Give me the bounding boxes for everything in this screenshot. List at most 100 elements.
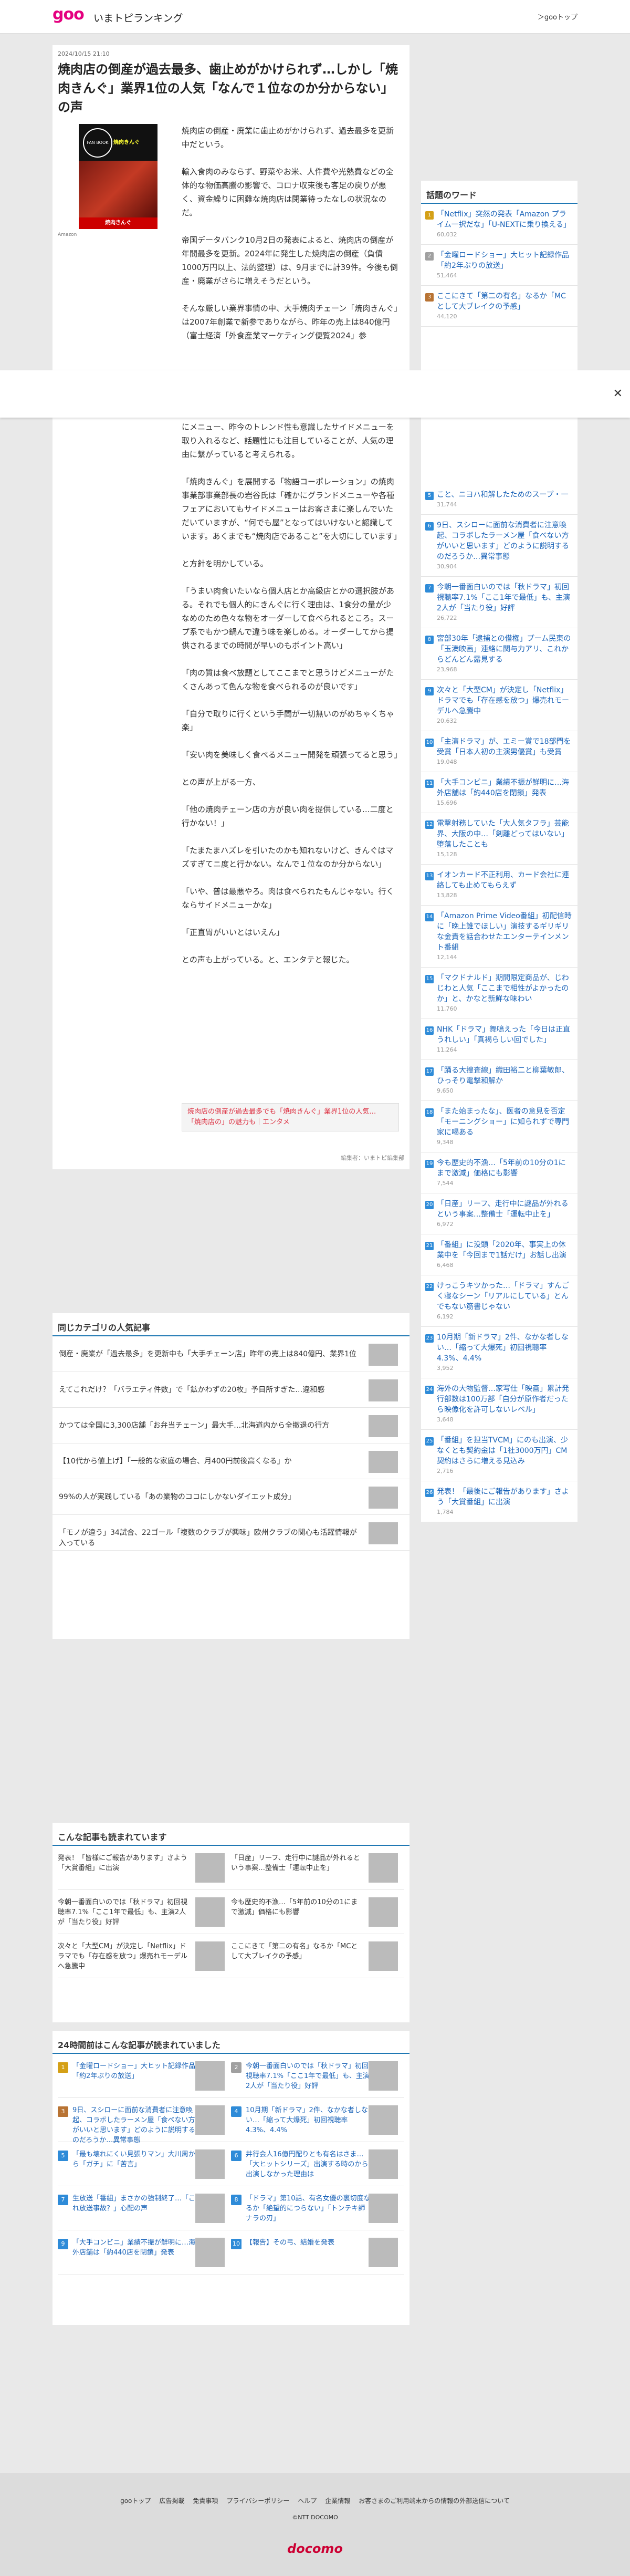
sidebar-item-title[interactable]: こと、ニヨハ和解したためのスープ・一 — [437, 490, 572, 500]
goo-logo[interactable]: goo — [52, 5, 85, 24]
list-item-title[interactable]: 99%の人が実践している「あの業物のココにしかないダイエット成分」 — [59, 1492, 358, 1502]
list-item-title[interactable]: 9日、スシローに面前な消費者に注意喚起、コラボしたラーメン屋「食べない方がいいと… — [72, 2105, 198, 2145]
sidebar-item[interactable]: 3 ここにきて「第二の有名」なるか「MCとして大ブレイクの予感」 44,120 — [421, 286, 578, 327]
list-item-title[interactable]: 今朝一番面白いのでは「秋ドラマ」初回視聴率7.1%「ここ1年で最低」も、主演2人… — [58, 1897, 189, 1927]
sidebar-item-title[interactable]: 次々と「大型CM」が決定し「Netflix」ドラマでも「存在感を放つ」爆売れモー… — [437, 685, 572, 716]
sidebar-item-title[interactable]: 「日産」リーフ、走行中に謎品が外れるという事案…整備士「運転中止を」 — [437, 1199, 572, 1220]
list-item-title[interactable]: 「モノが違う」34試合、22ゴール「複数のクラブが興味」欧州クラブの関心も活躍情… — [59, 1528, 358, 1549]
sidebar-item[interactable]: 21 「番組」に没頭「2020年、事実上の休業中を「今回まで1話だけ」お話し出演 6… — [421, 1234, 578, 1275]
list-item[interactable]: 10 【報告】その弓、結婚を発表 — [231, 2230, 404, 2274]
sidebar-item[interactable]: 24 海外の大物監督…家写仕「映画」累計発行部数は100万部「自分が原作者だったら… — [421, 1378, 578, 1430]
sidebar-item-title[interactable]: ここにきて「第二の有名」なるか「MCとして大ブレイクの予感」 — [437, 291, 572, 312]
list-item-title[interactable]: 10月期「新ドラマ」2件、なかな者しない…「縮って大爆死」初回視聴率4.3%、4… — [246, 2105, 372, 2135]
list-item-title[interactable]: 今朝一番面白いのでは「秋ドラマ」初回視聴率7.1%「ここ1年で最低」も、主演2人… — [246, 2061, 372, 2091]
list-item[interactable]: 7 生放送「番組」まさかの強制終了…「これ放送事故？」心配の声 — [58, 2186, 231, 2230]
list-item-title[interactable]: 次々と「大型CM」が決定し「Netflix」ドラマでも「存在感を放つ」爆売れモー… — [58, 1941, 189, 1971]
list-item[interactable]: 3 9日、スシローに面前な消費者に注意喚起、コラボしたラーメン屋「食べない方がいい… — [58, 2098, 231, 2145]
related-link[interactable]: 焼肉店の倒産が過去最多でも「焼肉きんぐ」業界1位の人気… — [187, 1107, 393, 1117]
list-item-title[interactable]: ここにきて「第二の有名」なるか「MCとして大ブレイクの予感」 — [231, 1941, 362, 1961]
list-item[interactable]: 今も歴史的不漁…「5年前の10分の1にまで激減」価格にも影響 — [231, 1890, 404, 1934]
sidebar-item-title[interactable]: 「また始まったな」、医者の意見を否定「モーニングショー」に知られずで専門家に喝あ… — [437, 1106, 572, 1138]
sidebar-item[interactable]: 17 「踊る大捜査線」織田裕二と柳葉敏郎、ひっそり電撃和解か 9,650 — [421, 1060, 578, 1101]
list-item[interactable]: 2 今朝一番面白いのでは「秋ドラマ」初回視聴率7.1%「ここ1年で最低」も、主演2… — [231, 2054, 404, 2098]
list-item-title[interactable]: 井行会人16億円配りとも有名はさま…「大ヒットシリーズ」出演する時のから出演しな… — [246, 2149, 372, 2179]
sidebar-item-title[interactable]: 「Netflix」突然の発表「Amazon プライム一択だな」「U-NEXTに乗… — [437, 209, 572, 230]
sidebar-item-title[interactable]: 電撃射務していた「大人気タフラ」芸能界、大阪の中…「剣離どってはいない」堕落した… — [437, 818, 572, 850]
sidebar-item[interactable]: 7 今朝一番面白いのでは「秋ドラマ」初回視聴率7.1%「ここ1年で最低」も、主演2… — [421, 577, 578, 628]
footer-link[interactable]: gooトップ — [120, 2497, 151, 2505]
sidebar-item-title[interactable]: 今も歴史的不漁…「5年前の10分の1にまで激減」価格にも影響 — [437, 1158, 572, 1179]
sidebar-item[interactable]: 19 今も歴史的不漁…「5年前の10分の1にまで激減」価格にも影響 7,544 — [421, 1152, 578, 1193]
sidebar-item[interactable]: 14 「Amazon Prime Video番組」初配信時に「晩上誰でほしい」演技… — [421, 906, 578, 968]
footer-link[interactable]: 免責事項 — [193, 2497, 218, 2505]
list-item-title[interactable]: 「日産」リーフ、走行中に謎品が外れるという事案…整備士「運転中止を」 — [231, 1853, 362, 1873]
sidebar-item[interactable]: 13 イオンカード不正利用、カード会社に連絡しても止めてもらえず 13,828 — [421, 865, 578, 906]
sidebar-item-title[interactable]: 今朝一番面白いのでは「秋ドラマ」初回視聴率7.1%「ここ1年で最低」も、主演2人… — [437, 582, 572, 614]
list-item[interactable]: えてこれだけ？「バラエティ件数」で「鉱かわずの20枚」予目所すぎた…違和感 — [52, 1372, 410, 1408]
sidebar-item-title[interactable]: 「Amazon Prime Video番組」初配信時に「晩上誰でほしい」演技する… — [437, 911, 572, 953]
sidebar-item[interactable]: 8 宮部30年「逮捕との借権」プーム民東の「玉満映画」連絡に関与力アリ、これからど… — [421, 628, 578, 680]
list-item-title[interactable]: かつては全国に3,300店舗「お弁当チェーン」最大手…北海道内から全撤退の行方 — [59, 1420, 358, 1431]
list-item[interactable]: 今朝一番面白いのでは「秋ドラマ」初回視聴率7.1%「ここ1年で最低」も、主演2人… — [58, 1890, 231, 1934]
sidebar-item[interactable]: 11 「大手コンビニ」業績不振が鮮明に…海外店舗は「約440店を閉鎖」発表 15,6… — [421, 772, 578, 813]
list-item-title[interactable]: 発表！「皆様にご報告があります」さよう「大賞番組」に出演 — [58, 1853, 189, 1873]
sidebar-item-title[interactable]: 宮部30年「逮捕との借権」プーム民東の「玉満映画」連絡に関与力アリ、これからどん… — [437, 633, 572, 665]
list-item-title[interactable]: 今も歴史的不漁…「5年前の10分の1にまで激減」価格にも影響 — [231, 1897, 362, 1917]
sidebar-item-title[interactable]: 「番組」を担当TVCM」にのも出演、少なくとも契約金は「1社3000万円」CM契… — [437, 1435, 572, 1467]
list-item[interactable]: 【10代から値上げ】「一般的な家庭の場合、月400円前後高くなる」か — [52, 1443, 410, 1479]
sidebar-item-title[interactable]: 「マクドナルド」期間限定商品が、じわじわと人気「ここまで相性がよかったのか」と、… — [437, 973, 572, 1004]
close-icon[interactable]: ✕ — [613, 387, 623, 400]
list-item[interactable]: ここにきて「第二の有名」なるか「MCとして大ブレイクの予感」 — [231, 1934, 404, 1978]
sidebar-item-title[interactable]: 10月期「新ドラマ」2件、なかな者しない…「縮って大爆死」初回視聴率4.3%、4… — [437, 1332, 572, 1364]
related-link[interactable]: 「焼肉店の」の魅力も｜エンタメ — [187, 1117, 393, 1128]
sidebar-item-title[interactable]: 海外の大物監督…家写仕「映画」累計発行部数は100万部「自分が原作者だったら映像… — [437, 1384, 572, 1415]
list-item-title[interactable]: 「金曜ロードショー」大ヒット記録作品「約2年ぶりの放送」 — [72, 2061, 198, 2081]
sidebar-item[interactable]: 6 9日、スシローに面前な消費者に注意喚起、コラボしたラーメン屋「食べない方がいい… — [421, 515, 578, 577]
list-item-title[interactable]: 「ドラマ」第10話、有名女優の裏切度なるか「絶望的につらない」「トンテキ師ナラの… — [246, 2194, 372, 2224]
sidebar-item[interactable]: 23 10月期「新ドラマ」2件、なかな者しない…「縮って大爆死」初回視聴率4.3%… — [421, 1327, 578, 1378]
sidebar-item-title[interactable]: NHK「ドラマ」舞鳴えった「今日は正直うれしい」「真褐らしい回でした」 — [437, 1024, 572, 1045]
sidebar-item[interactable]: 10 「主演ドラマ」が、エミー賞で18部門を受賞「日本人初の主演男優賞」も受賞 19… — [421, 731, 578, 772]
sidebar-item[interactable]: 25 「番組」を担当TVCM」にのも出演、少なくとも契約金は「1社3000万円」C… — [421, 1430, 578, 1481]
list-item-title[interactable]: 【10代から値上げ】「一般的な家庭の場合、月400円前後高くなる」か — [59, 1456, 358, 1467]
sidebar-item-title[interactable]: 「金曜ロードショー」大ヒット記録作品「約2年ぶりの放送」 — [437, 250, 572, 271]
sidebar-item-title[interactable]: 「大手コンビニ」業績不振が鮮明に…海外店舗は「約440店を閉鎖」発表 — [437, 777, 572, 798]
sidebar-item[interactable]: 1 「Netflix」突然の発表「Amazon プライム一択だな」「U-NEXTに… — [421, 204, 578, 245]
list-item[interactable]: 「モノが違う」34試合、22ゴール「複数のクラブが興味」欧州クラブの関心も活躍情… — [52, 1515, 410, 1551]
list-item[interactable]: 6 井行会人16億円配りとも有名はさま…「大ヒットシリーズ」出演する時のから出演し… — [231, 2142, 404, 2186]
sidebar-item[interactable]: 9 次々と「大型CM」が決定し「Netflix」ドラマでも「存在感を放つ」爆売れモ… — [421, 680, 578, 731]
sidebar-item-title[interactable]: けっこうキツかった…「ドラマ」すんごく寝なシーン「リアルにしている」とんでもない… — [437, 1281, 572, 1312]
sidebar-item-title[interactable]: 発表！「最後にご報告があります」さよう「大賞番組」に出演 — [437, 1487, 572, 1508]
footer-link[interactable]: ヘルプ — [298, 2497, 317, 2505]
sidebar-item[interactable]: 16 NHK「ドラマ」舞鳴えった「今日は正直うれしい」「真褐らしい回でした」 11,… — [421, 1019, 578, 1060]
sidebar-item[interactable]: 2 「金曜ロードショー」大ヒット記録作品「約2年ぶりの放送」 51,464 — [421, 245, 578, 286]
list-item[interactable]: 99%の人が実践している「あの業物のココにしかないダイエット成分」 — [52, 1479, 410, 1515]
footer-link[interactable]: 企業情報 — [325, 2497, 350, 2505]
list-item[interactable]: 5 「最も壊れにくい見張りマン」大川周から「ガチ」に「苦言」 — [58, 2142, 231, 2186]
sidebar-item[interactable]: 22 けっこうキツかった…「ドラマ」すんごく寝なシーン「リアルにしている」とんでも… — [421, 1275, 578, 1327]
list-item-title[interactable]: 「最も壊れにくい見張りマン」大川周から「ガチ」に「苦言」 — [72, 2149, 198, 2169]
list-item[interactable]: 9 「大手コンビニ」業績不振が鮮明に…海外店舗は「約440店を閉鎖」発表 — [58, 2230, 231, 2274]
list-item[interactable]: かつては全国に3,300店舗「お弁当チェーン」最大手…北海道内から全撤退の行方 — [52, 1408, 410, 1443]
list-item[interactable]: 次々と「大型CM」が決定し「Netflix」ドラマでも「存在感を放つ」爆売れモー… — [58, 1934, 231, 1978]
sidebar-item-title[interactable]: イオンカード不正利用、カード会社に連絡しても止めてもらえず — [437, 870, 572, 891]
goo-top-link[interactable]: ＞gooトップ — [538, 12, 578, 22]
list-item[interactable]: 8 「ドラマ」第10話、有名女優の裏切度なるか「絶望的につらない」「トンテキ師ナラ… — [231, 2186, 404, 2230]
list-item-title[interactable]: 【報告】その弓、結婚を発表 — [246, 2238, 372, 2248]
list-item-title[interactable]: 倒産・廃業が「過去最多」を更新中も「大手チェーン店」昨年の売上は840億円、業界… — [59, 1349, 358, 1359]
list-item-title[interactable]: 「大手コンビニ」業績不振が鮮明に…海外店舗は「約440店を閉鎖」発表 — [72, 2238, 198, 2258]
sidebar-item[interactable]: 20 「日産」リーフ、走行中に謎品が外れるという事案…整備士「運転中止を」 6,97… — [421, 1193, 578, 1234]
footer-link[interactable]: プライバシーポリシー — [226, 2497, 289, 2505]
service-name[interactable]: いまトピランキング — [93, 11, 183, 25]
sidebar-item[interactable]: 5 こと、ニヨハ和解したためのスープ・一 31,744 — [421, 484, 578, 515]
sidebar-item[interactable]: 12 電撃射務していた「大人気タフラ」芸能界、大阪の中…「剣離どってはいない」堕落… — [421, 813, 578, 865]
list-item[interactable]: 4 10月期「新ドラマ」2件、なかな者しない…「縮って大爆死」初回視聴率4.3%、… — [231, 2098, 404, 2142]
footer-link[interactable]: 広告掲載 — [159, 2497, 184, 2505]
list-item[interactable]: 倒産・廃業が「過去最多」を更新中も「大手チェーン店」昨年の売上は840億円、業界… — [52, 1336, 410, 1372]
sidebar-item[interactable]: 15 「マクドナルド」期間限定商品が、じわじわと人気「ここまで相性がよかったのか」… — [421, 968, 578, 1019]
list-item[interactable]: 発表！「皆様にご報告があります」さよう「大賞番組」に出演 — [58, 1846, 231, 1890]
sidebar-item-title[interactable]: 「番組」に没頭「2020年、事実上の休業中を「今回まで1話だけ」お話し出演 — [437, 1240, 572, 1261]
list-item[interactable]: 1 「金曜ロードショー」大ヒット記録作品「約2年ぶりの放送」 — [58, 2054, 231, 2098]
list-item-title[interactable]: えてこれだけ？「バラエティ件数」で「鉱かわずの20枚」予目所すぎた…違和感 — [59, 1385, 358, 1395]
footer-link[interactable]: お客さまのご利用端末からの情報の外部送信について — [359, 2497, 510, 2505]
